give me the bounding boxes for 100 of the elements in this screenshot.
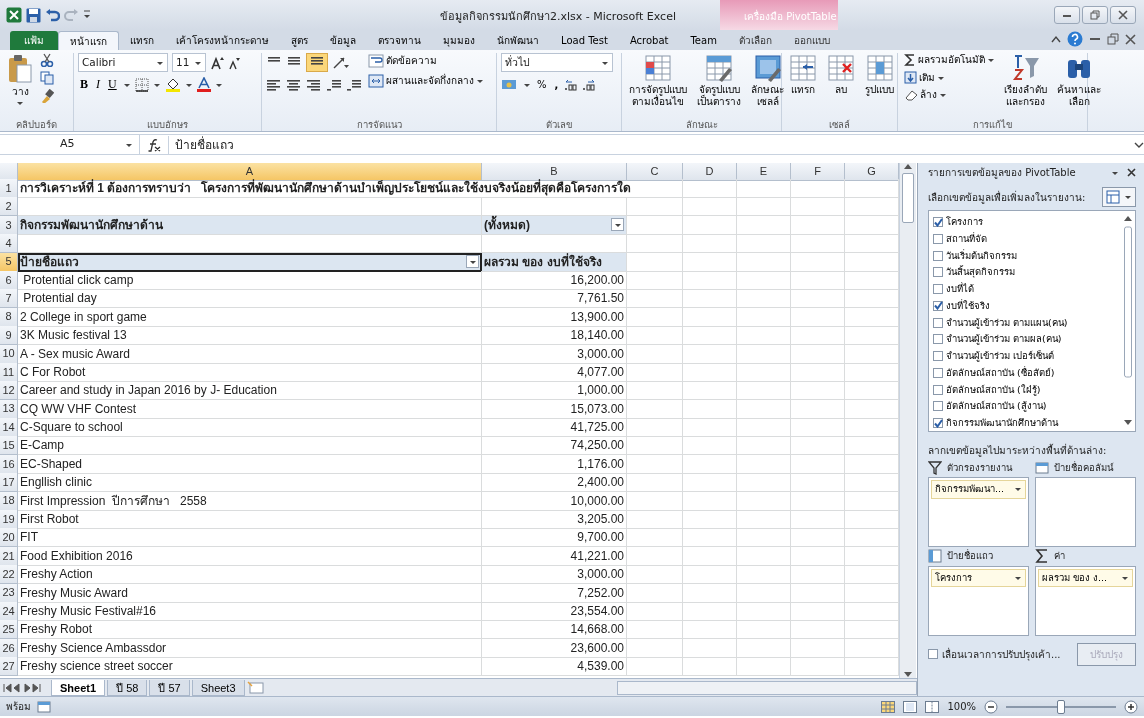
table-cell[interactable] [791,344,845,364]
field-item[interactable]: งบที่ใช้จริง [933,298,1122,313]
area-field-chip[interactable]: ผลรวม ของ ง... [1038,568,1133,587]
row-header[interactable]: 20 [0,528,18,548]
table-cell[interactable] [683,510,737,530]
number-format-field[interactable]: ทั่วไป [501,53,613,72]
ribbon-tab[interactable]: Load Test [550,31,619,50]
table-cell[interactable]: Career and study in Japan 2016 by J- Education [18,381,482,401]
table-cell[interactable]: 74,250.00 [482,436,627,456]
table-cell[interactable] [791,510,845,530]
table-cell[interactable]: First Impression ปีการศึกษา 2558 [18,491,482,511]
table-cell[interactable] [737,381,791,401]
help-icon[interactable] [1067,31,1083,47]
table-cell[interactable] [737,197,791,216]
table-cell[interactable] [737,638,791,658]
table-cell[interactable]: E-Camp [18,436,482,456]
currency-icon[interactable] [501,78,519,92]
font-color-icon[interactable] [196,77,211,93]
zoom-slider-thumb[interactable] [1057,699,1065,714]
delete-cells-button[interactable]: ลบ [824,53,858,97]
table-cell[interactable] [791,197,845,216]
page-break-icon[interactable] [925,700,940,713]
sort-filter-button[interactable]: เรียงลำดับ และกรอง [1001,53,1050,108]
fill-color-icon[interactable] [164,77,181,93]
table-cell[interactable] [737,270,791,290]
row-header[interactable]: 12 [0,381,18,401]
page-layout-icon[interactable] [903,700,918,713]
table-cell[interactable] [627,399,683,419]
table-cell[interactable]: 18,140.00 [482,326,627,346]
table-cell[interactable] [737,657,791,677]
undo-icon[interactable] [45,7,60,23]
table-cell[interactable]: 1,000.00 [482,381,627,401]
table-cell[interactable]: 9,700.00 [482,528,627,548]
clear-button[interactable]: ล้าง [902,88,997,102]
decrease-decimal-icon[interactable] [582,78,597,92]
table-cell[interactable]: 7,252.00 [482,583,627,603]
row-header[interactable]: 2 [0,197,18,216]
table-cell[interactable] [737,510,791,530]
table-cell[interactable] [791,289,845,309]
list-scrollbar-icon[interactable] [1124,215,1132,427]
table-cell[interactable] [683,307,737,327]
table-cell[interactable] [737,326,791,346]
table-cell[interactable] [627,362,683,382]
table-cell[interactable] [737,307,791,327]
table-cell[interactable]: 41,725.00 [482,418,627,438]
table-cell[interactable] [737,234,791,253]
table-cell[interactable] [683,602,737,621]
checkbox[interactable] [933,367,943,378]
table-cell[interactable]: Freshy Music Award [18,583,482,603]
table-cell[interactable] [737,546,791,566]
ribbon-tab[interactable]: เค้าโครงหน้ากระดาษ [165,31,280,50]
table-cell[interactable]: First Robot [18,510,482,530]
table-cell[interactable] [791,399,845,419]
fill-button[interactable]: เติม [902,70,997,85]
column-header[interactable]: C [627,163,683,181]
insert-cells-button[interactable]: แทรก [786,53,820,97]
field-item[interactable]: โครงการ [933,215,1122,230]
format-as-table-button[interactable]: จัดรูปแบบ เป็นตาราง [694,53,744,108]
shrink-font-icon[interactable] [228,55,240,70]
checkbox[interactable] [933,284,943,295]
macro-record-icon[interactable] [37,700,51,713]
bold-button[interactable]: B [78,77,90,93]
pane-menu-icon[interactable] [1111,169,1119,176]
cell-styles-button[interactable]: ลักษณะ เซลล์ [748,53,787,108]
row-header[interactable]: 7 [0,289,18,309]
table-cell[interactable] [791,638,845,658]
field-list[interactable] [928,210,1136,432]
table-cell[interactable] [791,381,845,401]
checkbox[interactable] [933,334,943,345]
table-cell[interactable] [627,326,683,346]
table-cell[interactable] [791,473,845,493]
scissors-icon[interactable] [40,53,54,67]
table-cell[interactable]: Freshy Music Festival#16 [18,602,482,621]
underline-button[interactable]: U [106,77,119,93]
merge-center-button[interactable]: ผสานและจัดกึ่งกลาง [366,73,486,89]
field-item[interactable]: อัตลักษณ์สถาบัน (สู้งาน) [933,399,1122,414]
field-item[interactable]: สถานที่จัด [933,231,1122,246]
checkbox[interactable] [933,250,943,261]
font-name-field[interactable]: Calibri [78,53,168,72]
sheet-tab[interactable]: Sheet1 [51,679,106,696]
field-item[interactable]: จำนวนผู้เข้าร่วม ตามผล(คน) [933,332,1122,347]
table-cell[interactable]: 7,761.50 [482,289,627,309]
table-cell[interactable] [683,491,737,511]
spreadsheet-logo-icon[interactable] [6,7,22,23]
close-icon[interactable] [1127,168,1136,177]
table-cell[interactable] [627,381,683,401]
scrollbar-thumb[interactable] [902,173,914,223]
table-cell[interactable] [737,252,791,272]
ribbon-tab[interactable]: แทรก [119,31,165,50]
table-cell[interactable]: 4,539.00 [482,657,627,677]
table-cell[interactable] [627,454,683,474]
table-cell[interactable] [627,344,683,364]
table-cell[interactable]: 16,200.00 [482,270,627,290]
table-cell[interactable] [627,638,683,658]
close-icon[interactable] [1125,33,1136,45]
ribbon-tab[interactable]: สูตร [280,31,319,50]
checkbox[interactable] [928,649,938,659]
table-cell[interactable] [683,197,737,216]
table-cell[interactable]: Freshy Science Ambassdor [18,638,482,658]
table-cell[interactable] [791,307,845,327]
